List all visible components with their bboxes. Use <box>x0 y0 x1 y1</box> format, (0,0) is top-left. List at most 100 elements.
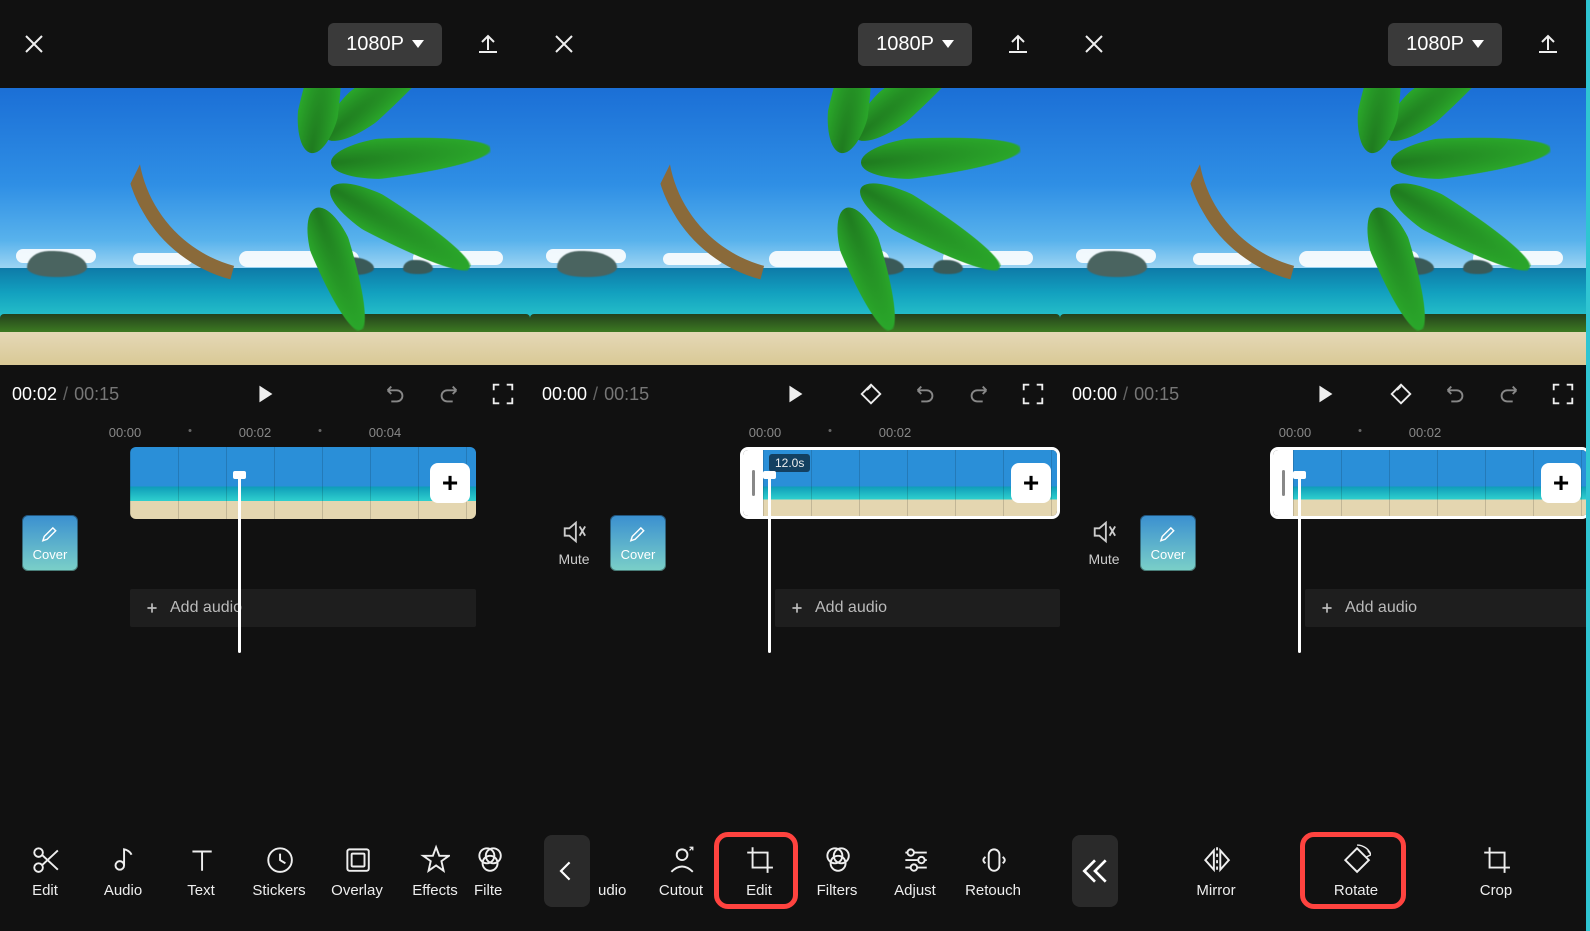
export-button[interactable] <box>996 22 1040 66</box>
add-clip-button[interactable]: + <box>1541 463 1581 503</box>
timeline[interactable]: Cover + Add audio <box>0 447 530 667</box>
tool-audio[interactable]: Audio <box>84 844 162 899</box>
clip-handle-left[interactable] <box>743 450 763 516</box>
close-button[interactable] <box>1072 22 1116 66</box>
add-audio-button[interactable]: Add audio <box>775 589 1060 627</box>
tool-label: Mirror <box>1196 882 1235 899</box>
undo-button[interactable] <box>908 377 942 411</box>
tool-filters2[interactable]: Filters <box>798 844 876 899</box>
tool-label: Audio <box>104 882 142 899</box>
fullscreen-button[interactable] <box>1546 377 1580 411</box>
play-button[interactable] <box>248 377 282 411</box>
undo-button[interactable] <box>1438 377 1472 411</box>
cover-label: Cover <box>1151 547 1186 562</box>
fullscreen-button[interactable] <box>1016 377 1050 411</box>
resolution-label: 1080P <box>876 33 934 56</box>
ruler-tick: 00:00 <box>1279 425 1312 440</box>
tool-edit2[interactable]: Edit <box>720 844 798 899</box>
redo-button[interactable] <box>1492 377 1526 411</box>
timeline-ruler[interactable]: 00:0000:0200:04 <box>0 423 530 447</box>
timeline-ruler[interactable]: 00:0000:02 <box>530 423 1060 447</box>
playhead[interactable] <box>1298 477 1301 653</box>
export-button[interactable] <box>466 22 510 66</box>
play-button[interactable] <box>1308 377 1342 411</box>
tool-label: Rotate <box>1334 882 1378 899</box>
resolution-dropdown[interactable]: 1080P <box>328 23 442 66</box>
back-button[interactable] <box>1072 835 1118 907</box>
fullscreen-button[interactable] <box>486 377 520 411</box>
mute-label: Mute <box>558 551 589 567</box>
undo-button[interactable] <box>378 377 412 411</box>
close-button[interactable] <box>12 22 56 66</box>
editor-panel: 1080P 00:00/00:15 00:0000:02 Mute Cover 12.0s… <box>530 0 1060 931</box>
resolution-dropdown[interactable]: 1080P <box>858 23 972 66</box>
tool-label: Filters <box>817 882 858 899</box>
mute-button[interactable]: Mute <box>1076 519 1132 567</box>
bottom-toolbar: udio Cutout Edit Filters AdjustRetouch <box>530 811 1060 931</box>
resolution-dropdown[interactable]: 1080P <box>1388 23 1502 66</box>
tool-stickers[interactable]: Stickers <box>240 844 318 899</box>
video-preview[interactable] <box>1060 88 1590 365</box>
cover-button[interactable]: Cover <box>22 515 78 571</box>
redo-button[interactable] <box>962 377 996 411</box>
tool-label: udio <box>598 882 626 899</box>
clip-handle-left[interactable] <box>1273 450 1293 516</box>
ruler-tick: 00:00 <box>109 425 142 440</box>
tool-retouch[interactable]: Retouch <box>954 844 1032 899</box>
add-clip-button[interactable]: + <box>1011 463 1051 503</box>
tool-cutout[interactable]: Cutout <box>642 844 720 899</box>
tool-overlay[interactable]: Overlay <box>318 844 396 899</box>
time-total: 00:15 <box>1134 384 1179 405</box>
redo-button[interactable] <box>432 377 466 411</box>
tool-label: Text <box>187 882 215 899</box>
export-button[interactable] <box>1526 22 1570 66</box>
timeline[interactable]: Mute Cover 12.0s+ Add audio <box>530 447 1060 667</box>
add-audio-label: Add audio <box>815 599 887 617</box>
play-button[interactable] <box>778 377 812 411</box>
playback-bar: 00:02/00:15 <box>0 365 530 423</box>
tool-rotate[interactable]: Rotate <box>1306 844 1406 899</box>
keyframe-button[interactable] <box>854 377 888 411</box>
tool-crop[interactable]: Crop <box>1446 844 1546 899</box>
playback-bar: 00:00/00:15 <box>530 365 1060 423</box>
add-audio-button[interactable]: Add audio <box>1305 589 1590 627</box>
video-clip[interactable]: + <box>130 447 476 519</box>
mute-button[interactable]: Mute <box>546 519 602 567</box>
tool-text[interactable]: Text <box>162 844 240 899</box>
tool-adjust[interactable]: Adjust <box>876 844 954 899</box>
resolution-label: 1080P <box>1406 33 1464 56</box>
video-clip[interactable]: + <box>1270 447 1590 519</box>
tool-edit[interactable]: Edit <box>6 844 84 899</box>
back-button[interactable] <box>544 835 590 907</box>
timeline[interactable]: Mute Cover + Add audio <box>1060 447 1590 667</box>
add-audio-label: Add audio <box>170 599 242 617</box>
tool-label: Stickers <box>252 882 305 899</box>
cover-label: Cover <box>33 547 68 562</box>
add-clip-button[interactable]: + <box>430 463 470 503</box>
tool-effects[interactable]: Effects <box>396 844 474 899</box>
tool-filters[interactable]: Filte <box>474 844 514 899</box>
cover-button[interactable]: Cover <box>1140 515 1196 571</box>
cover-button[interactable]: Cover <box>610 515 666 571</box>
tool-label: Cutout <box>659 882 703 899</box>
playhead[interactable] <box>238 477 241 653</box>
video-preview[interactable] <box>0 88 530 365</box>
bottom-toolbar: Edit Audio Text Stickers OverlayEffectsFilte <box>0 811 530 931</box>
cover-label: Cover <box>621 547 656 562</box>
add-audio-button[interactable]: Add audio <box>130 589 476 627</box>
tool-mirror[interactable]: Mirror <box>1166 844 1266 899</box>
timeline-ruler[interactable]: 00:00 00:02 <box>1060 423 1590 447</box>
playhead[interactable] <box>768 477 771 653</box>
close-button[interactable] <box>542 22 586 66</box>
bottom-toolbar: Mirror Rotate Crop <box>1060 811 1590 931</box>
clip-thumbnail <box>130 447 476 519</box>
time-display: 00:02/00:15 <box>12 384 119 405</box>
ruler-tick: 00:02 <box>1409 425 1442 440</box>
video-preview[interactable] <box>530 88 1060 365</box>
time-current: 00:00 <box>1072 384 1117 405</box>
add-audio-label: Add audio <box>1345 599 1417 617</box>
tool-audio2[interactable]: udio <box>598 844 642 899</box>
video-clip[interactable]: 12.0s+ <box>740 447 1060 519</box>
keyframe-button[interactable] <box>1384 377 1418 411</box>
time-display: 00:00/00:15 <box>542 384 649 405</box>
